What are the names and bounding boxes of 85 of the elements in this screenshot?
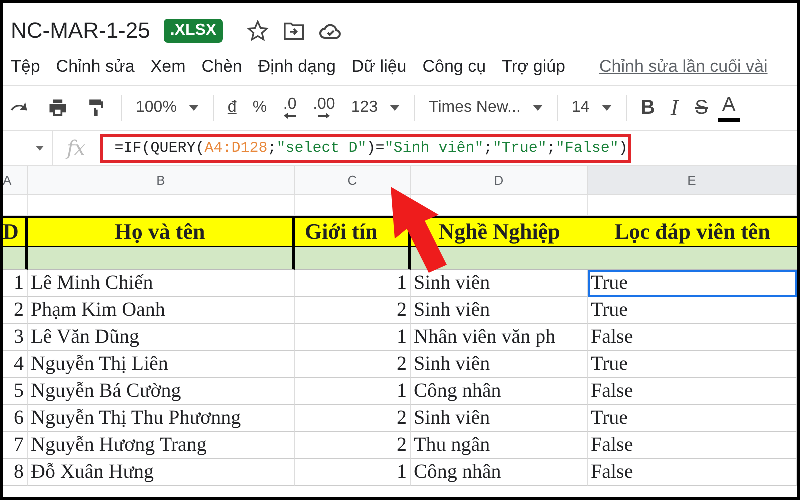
table-cell: 3 [3,324,28,351]
fx-icon: fx [67,136,86,160]
table-cell: 2 [3,297,28,324]
header-cell: Giới tín [295,216,411,247]
menu-item[interactable]: Định dạng [258,57,344,77]
cloud-icon[interactable] [318,22,343,40]
table-cell: 1 [3,270,28,297]
column-header[interactable]: C [295,166,411,195]
header-cell: Lọc đáp viên tên [588,216,797,247]
table-cell: Công nhân [411,378,588,405]
currency-button[interactable]: đ [222,95,243,121]
arrow-icon [283,113,298,119]
caret-icon [602,105,612,111]
table-cell: Nhân viên văn ph [411,324,588,351]
table-cell: 8 [3,459,28,486]
column-header[interactable]: A [3,166,28,195]
move-folder-icon[interactable] [282,21,305,41]
table-cell: 2 [295,405,411,432]
table-cell: 1 [295,378,411,405]
table-cell: Nguyễn Bá Cường [28,378,295,405]
menu-item[interactable]: Công cụ [422,57,494,77]
table-cell: Sinh viên [411,351,588,378]
table-cell: False [588,324,797,351]
table-cell: Sinh viên [411,297,588,324]
table-cell: Lê Minh Chiến [28,270,295,297]
table-cell: Sinh viên [411,405,588,432]
table-cell: 5 [3,378,28,405]
arrow-icon [317,113,332,119]
document-title[interactable]: NC-MAR-1-25 [11,18,150,44]
dropdown[interactable]: 14 [566,95,618,121]
table-cell: Thu ngân [411,432,588,459]
italic-button[interactable]: I [665,92,686,124]
table-cell: Phạm Kim Oanh [28,297,295,324]
bold-button[interactable]: B [634,92,662,124]
table-cell: Đỗ Xuân Hưng [28,459,295,486]
table-cell: False [588,459,797,486]
table-cell: Sinh viên [411,270,588,297]
menu-item[interactable]: Xem [150,57,194,77]
table-cell: 1 [295,270,411,297]
table-cell: 2 [295,297,411,324]
strikethrough-button[interactable]: S [689,92,714,124]
menu-item[interactable]: Dữ liệu [352,57,415,77]
table-cell: False [588,432,797,459]
text-color-button[interactable]: A [718,94,740,122]
column-header[interactable]: D [411,166,588,195]
table-cell: Công nhân [411,459,588,486]
table-cell: 1 [295,324,411,351]
table-cell: Nguyễn Thị Thu Phươnng [28,405,295,432]
table-cell: 7 [3,432,28,459]
caret-icon [390,105,400,111]
table-cell: Lê Văn Dũng [28,324,295,351]
decimal-button[interactable]: .00 [307,93,342,123]
table-cell: 2 [295,432,411,459]
table-cell: 2 [295,351,411,378]
file-type-badge: .XLSX [164,19,223,43]
column-header[interactable]: B [28,166,295,195]
menu-item[interactable]: Trợ giúp [502,57,574,77]
caret-icon[interactable] [36,146,44,150]
table-cell: 1 [295,459,411,486]
menu-item[interactable]: Chỉnh sửa [56,57,143,77]
table-cell: True [588,297,797,324]
print-icon[interactable] [47,97,69,119]
table-cell: True [588,351,797,378]
header-cell: D [3,216,28,247]
decimal-button[interactable]: .0 [277,93,304,123]
table-cell: 6 [3,405,28,432]
table-cell: Nguyễn Thị Liên [28,351,295,378]
dropdown[interactable]: 123 [345,95,406,121]
menu-item[interactable]: Tệp [11,57,48,77]
menu-item[interactable]: Chèn [202,57,250,77]
header-cell: Họ và tên [28,216,295,247]
caret-icon [188,105,199,111]
caret-icon [532,105,543,111]
dropdown[interactable]: Times New... [423,95,549,121]
table-cell: True [588,405,797,432]
dropdown[interactable]: 100% [130,95,205,121]
table-cell: False [588,378,797,405]
table-cell: Nguyễn Hương Trang [28,432,295,459]
percent-button[interactable]: % [246,95,274,121]
table-cell: True [588,270,797,297]
last-edit-link[interactable]: Chỉnh sửa lần cuối vài [600,57,768,77]
formula-field[interactable]: =IF(QUERY(A4:D128;"select D")="Sinh viên";"True";"False") [100,134,631,162]
star-icon[interactable] [246,20,269,42]
column-header[interactable]: E [588,166,797,195]
table-cell: 4 [3,351,28,378]
